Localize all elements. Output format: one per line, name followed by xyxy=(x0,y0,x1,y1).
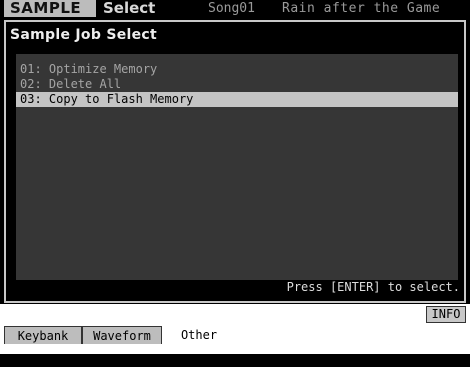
tab-other[interactable]: Other xyxy=(162,326,236,344)
info-button[interactable]: INFO xyxy=(426,306,466,323)
footer: INFO Keybank Waveform Other xyxy=(0,304,470,367)
mode-title: Select xyxy=(103,0,156,17)
tab-bar: Keybank Waveform Other xyxy=(0,326,470,367)
tab-keybank[interactable]: Keybank xyxy=(4,326,82,344)
song-id: Song01 xyxy=(208,1,255,16)
job-select-dialog: Sample Job Select 01: Optimize Memory 02… xyxy=(4,20,466,303)
enter-hint: Press [ENTER] to select. xyxy=(286,280,460,294)
header-bar: SAMPLE Select Song01 Rain after the Game xyxy=(0,0,470,18)
list-item-delete-all[interactable]: 02: Delete All xyxy=(16,77,458,92)
mode-badge: SAMPLE xyxy=(4,0,96,17)
screen: SAMPLE Select Song01 Rain after the Game… xyxy=(0,0,470,367)
job-list: 01: Optimize Memory 02: Delete All 03: C… xyxy=(16,54,458,280)
song-name: Rain after the Game xyxy=(282,1,441,16)
dialog-title: Sample Job Select xyxy=(10,27,157,43)
list-item-copy-to-flash[interactable]: 03: Copy to Flash Memory xyxy=(16,92,458,107)
tab-waveform[interactable]: Waveform xyxy=(82,326,162,344)
list-item-optimize-memory[interactable]: 01: Optimize Memory xyxy=(16,62,458,77)
